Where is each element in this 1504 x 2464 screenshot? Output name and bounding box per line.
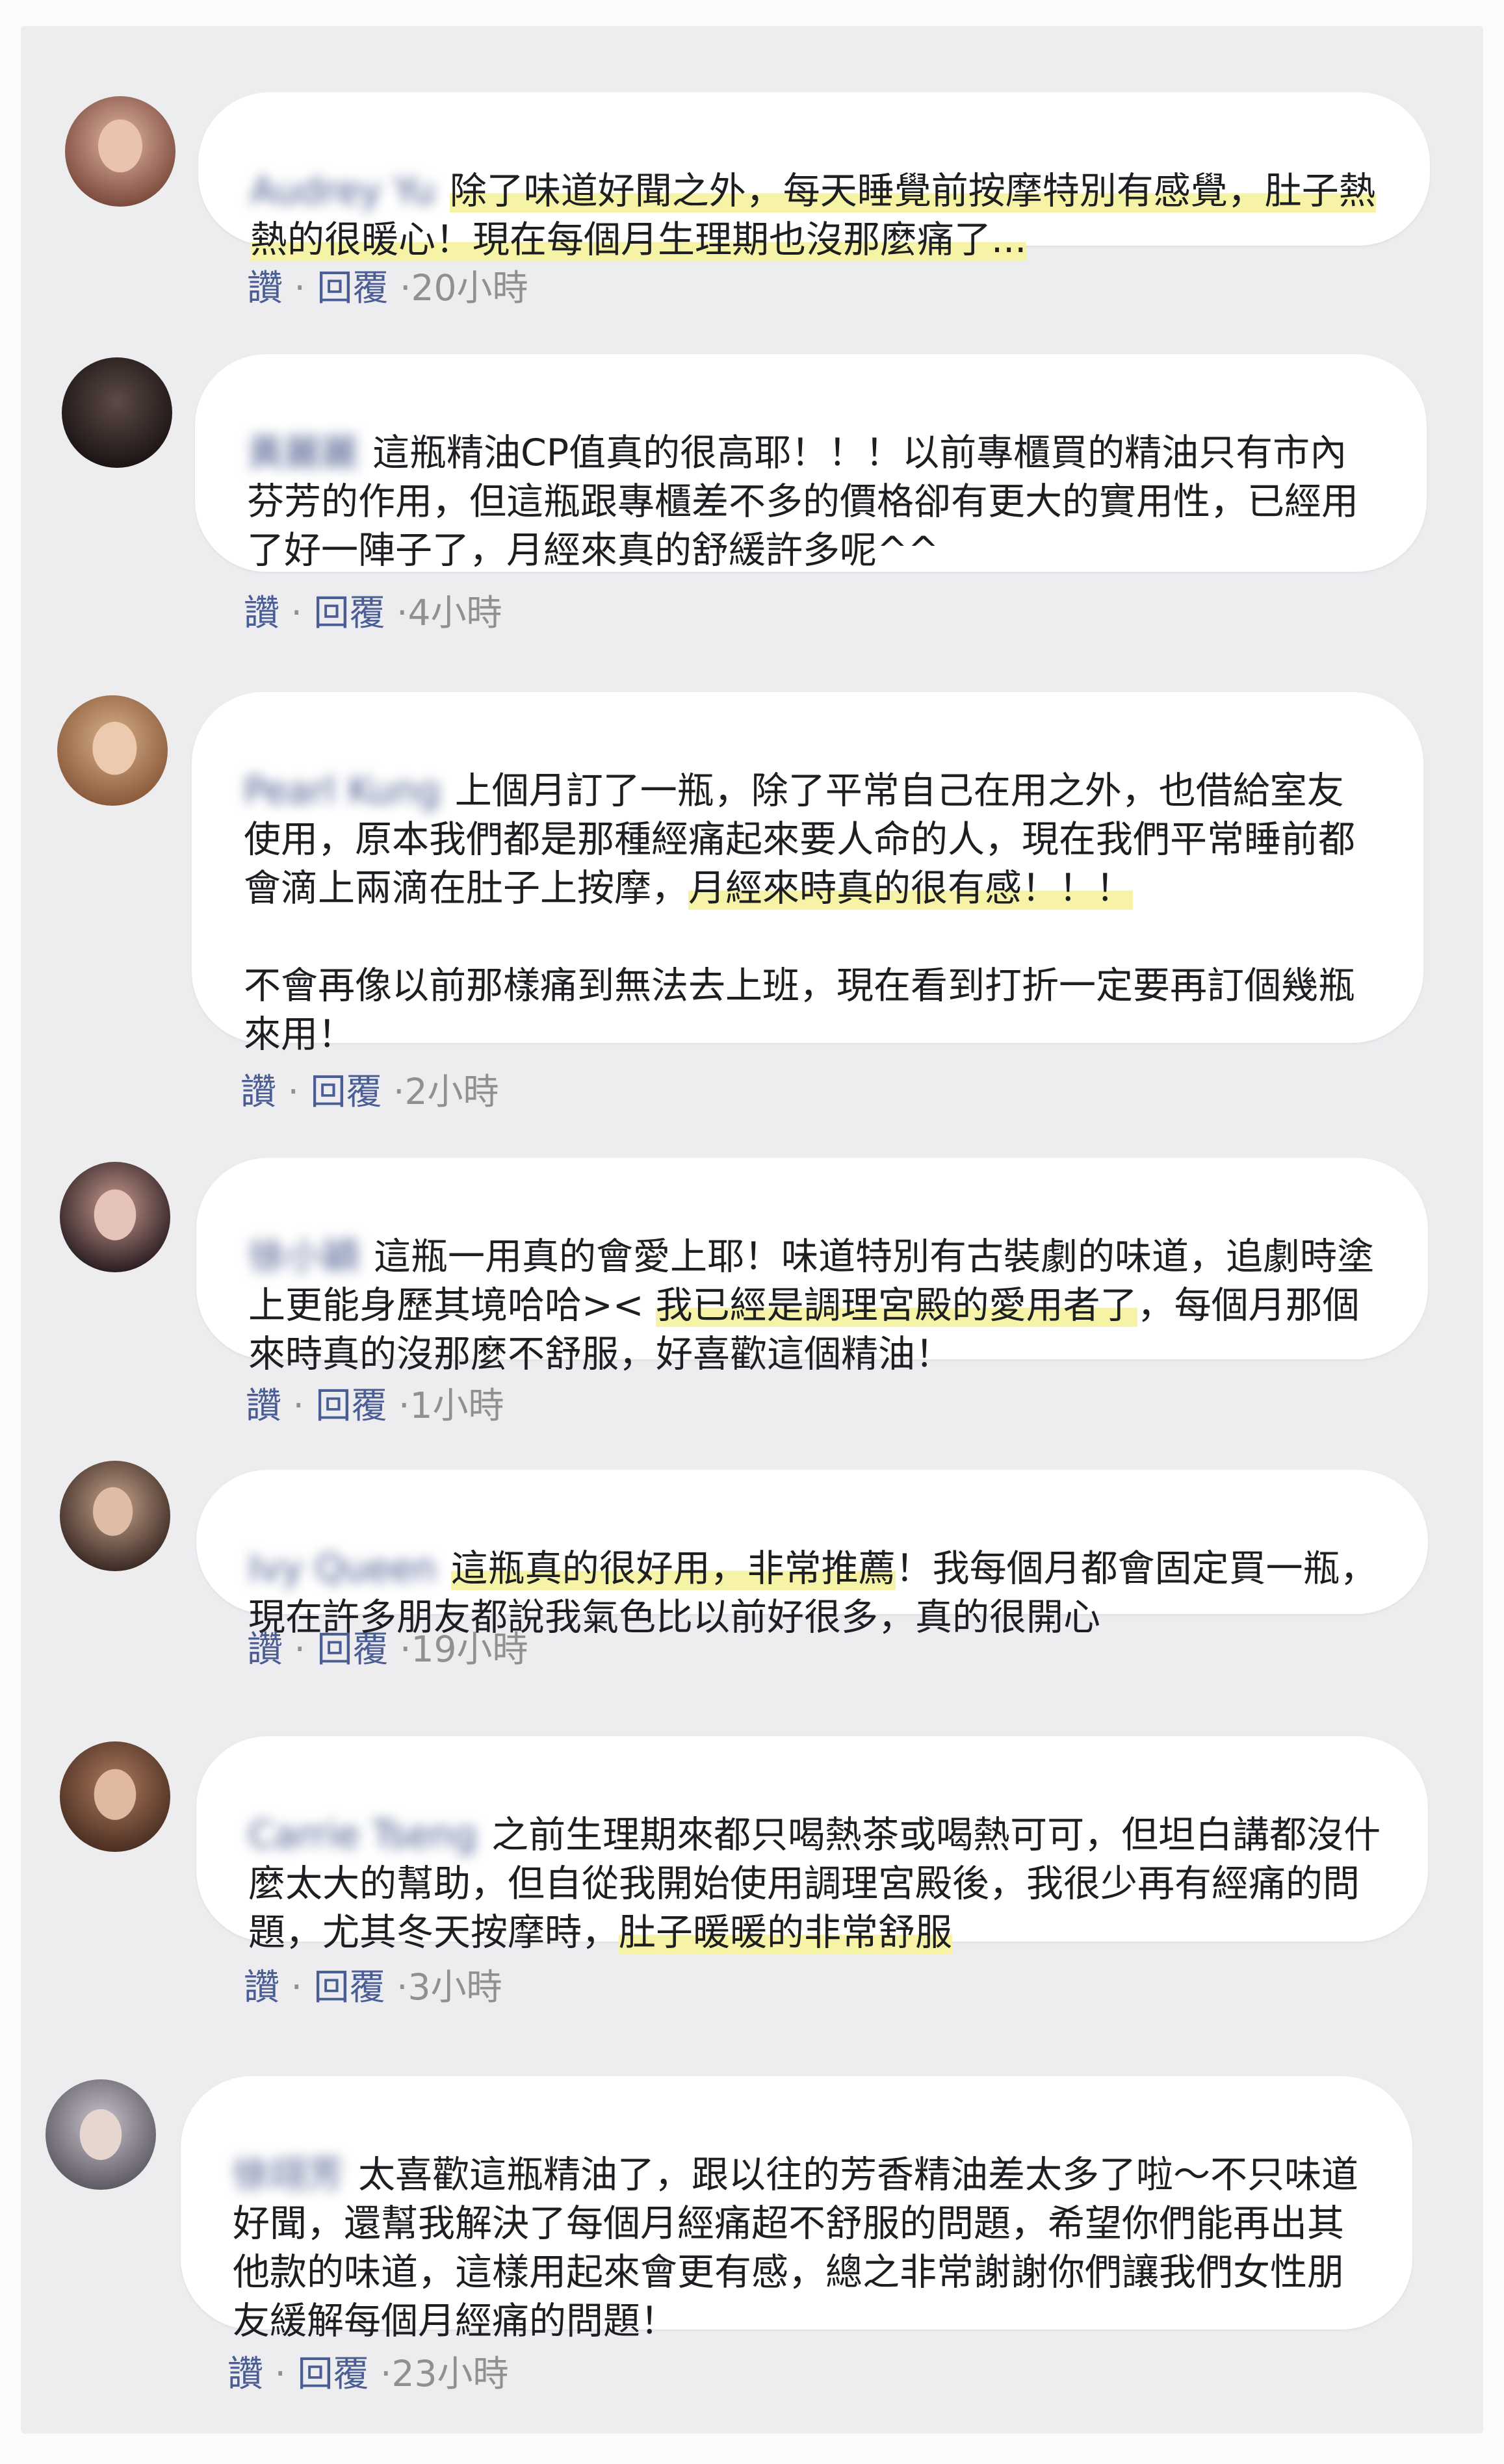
comment-text: 太喜歡這瓶精油了，跟以往的芳香精油差太多了啦～不只味道好聞，還幫我解決了每個月經… (233, 2153, 1358, 2342)
comment-actions: 讚 · 回覆 ·20小時 (247, 265, 528, 311)
commenter-name[interactable]: Carrie Tseng (248, 1814, 477, 1856)
comment-timestamp[interactable]: 19小時 (411, 1628, 528, 1670)
separator: · (287, 1071, 299, 1112)
comment-actions: 讚 · 回覆 ·3小時 (244, 1964, 502, 2010)
separator: · (396, 1966, 408, 2008)
like-link[interactable]: 讚 (244, 1966, 279, 2008)
comment-bubble: Pearl Kung 上個月訂了一瓶，除了平常自己在用之外，也借給室友使用，原本我… (192, 692, 1423, 1056)
comment-timestamp[interactable]: 4小時 (408, 592, 502, 634)
avatar-photo-icon (60, 1461, 170, 1571)
comment-timestamp[interactable]: 2小時 (404, 1071, 499, 1112)
separator: · (399, 267, 411, 309)
separator: · (294, 267, 305, 309)
comment-bubble: Audrey Yu 除了味道好聞之外，每天睡覺前按摩特別有感覺，肚子熱熱的很暖心！… (198, 92, 1430, 261)
avatar-photo-icon (57, 695, 168, 806)
reply-link[interactable]: 回覆 (313, 1966, 385, 2008)
comment-text-tail: 不會再像以前那樣痛到無法去上班，現在看到打折一定要再訂個幾瓶來用！ (244, 964, 1355, 1056)
avatar-photo-icon (45, 2079, 156, 2190)
comment-highlight: 我已經是調理宮殿的愛用者了 (655, 1284, 1137, 1327)
separator: · (396, 592, 408, 634)
separator: · (380, 2353, 392, 2394)
avatar[interactable] (60, 1461, 170, 1571)
comment-timestamp[interactable]: 3小時 (408, 1966, 502, 2008)
comment-bubble: Carrie Tseng 之前生理期來都只喝熱茶或喝熱可可，但坦白講都沒什麼太大的… (196, 1736, 1428, 1954)
like-link[interactable]: 讚 (240, 1071, 276, 1112)
separator: · (291, 1966, 302, 2008)
reply-link[interactable]: 回覆 (315, 1385, 387, 1426)
comment-bubble: Ivy Queen 這瓶真的很好用，非常推薦！我每個月都會固定買一瓶，現在許多朋友… (196, 1470, 1428, 1639)
comment-actions: 讚 · 回覆 ·4小時 (244, 590, 502, 635)
commenter-name[interactable]: 徐小穎 (248, 1235, 359, 1278)
reply-link[interactable]: 回覆 (317, 1628, 388, 1670)
like-link[interactable]: 讚 (244, 592, 279, 634)
avatar[interactable] (60, 1741, 170, 1852)
separator: · (399, 1628, 411, 1670)
commenter-name[interactable]: Pearl Kung (244, 769, 441, 812)
comment-timestamp[interactable]: 1小時 (409, 1385, 504, 1426)
comment-highlight: 月經來時真的很有感！！！ (688, 867, 1133, 910)
avatar[interactable] (65, 96, 175, 207)
avatar-photo-icon (65, 96, 175, 207)
comment-text: 這瓶精油CP值真的很高耶！！！以前專櫃買的精油只有市內芬芳的作用，但這瓶跟專櫃差… (247, 431, 1358, 572)
comment-timestamp[interactable]: 23小時 (391, 2353, 508, 2394)
avatar[interactable] (57, 695, 168, 806)
commenter-name[interactable]: Ivy Queen (248, 1547, 437, 1590)
like-link[interactable]: 讚 (247, 267, 283, 309)
comment-bubble: 徐翊芳 太喜歡這瓶精油了，跟以往的芳香精油差太多了啦～不只味道好聞，還幫我解決了每… (181, 2076, 1412, 2342)
avatar[interactable] (45, 2079, 156, 2190)
separator: · (292, 1385, 304, 1426)
separator: · (294, 1628, 305, 1670)
separator: · (291, 592, 302, 634)
comment-bubble: 黃麗麗 這瓶精油CP值真的很高耶！！！以前專櫃買的精油只有市內芬芳的作用，但這瓶跟… (195, 354, 1427, 572)
like-link[interactable]: 讚 (227, 2353, 263, 2394)
avatar[interactable] (62, 357, 172, 468)
avatar[interactable] (60, 1162, 170, 1272)
reply-link[interactable]: 回覆 (313, 592, 385, 634)
avatar-photo-icon (60, 1162, 170, 1272)
commenter-name[interactable]: 徐翊芳 (233, 2153, 344, 2196)
comment-highlight: 這瓶真的很好用，非常推薦 (450, 1547, 896, 1590)
avatar-photo-icon (62, 357, 172, 468)
reply-link[interactable]: 回覆 (310, 1071, 382, 1112)
separator: · (393, 1071, 405, 1112)
comment-highlight: 肚子暖暖的非常舒服 (619, 1911, 952, 1954)
comment-actions: 讚 · 回覆 ·19小時 (247, 1626, 528, 1672)
separator: · (398, 1385, 410, 1426)
reply-link[interactable]: 回覆 (317, 267, 388, 309)
commenter-name[interactable]: 黃麗麗 (247, 431, 358, 474)
reply-link[interactable]: 回覆 (297, 2353, 369, 2394)
separator: · (274, 2353, 286, 2394)
commenter-name[interactable]: Audrey Yu (250, 170, 435, 212)
avatar-photo-icon (60, 1741, 170, 1852)
like-link[interactable]: 讚 (247, 1628, 283, 1670)
comment-bubble: 徐小穎 這瓶一用真的會愛上耶！味道特別有古裝劇的味道，追劇時塗上更能身歷其境哈哈>… (196, 1158, 1428, 1376)
comment-actions: 讚 · 回覆 ·2小時 (240, 1069, 499, 1114)
like-link[interactable]: 讚 (246, 1385, 281, 1426)
comment-timestamp[interactable]: 20小時 (411, 267, 528, 309)
comment-actions: 讚 · 回覆 ·1小時 (246, 1383, 504, 1428)
comment-actions: 讚 · 回覆 ·23小時 (227, 2351, 508, 2396)
